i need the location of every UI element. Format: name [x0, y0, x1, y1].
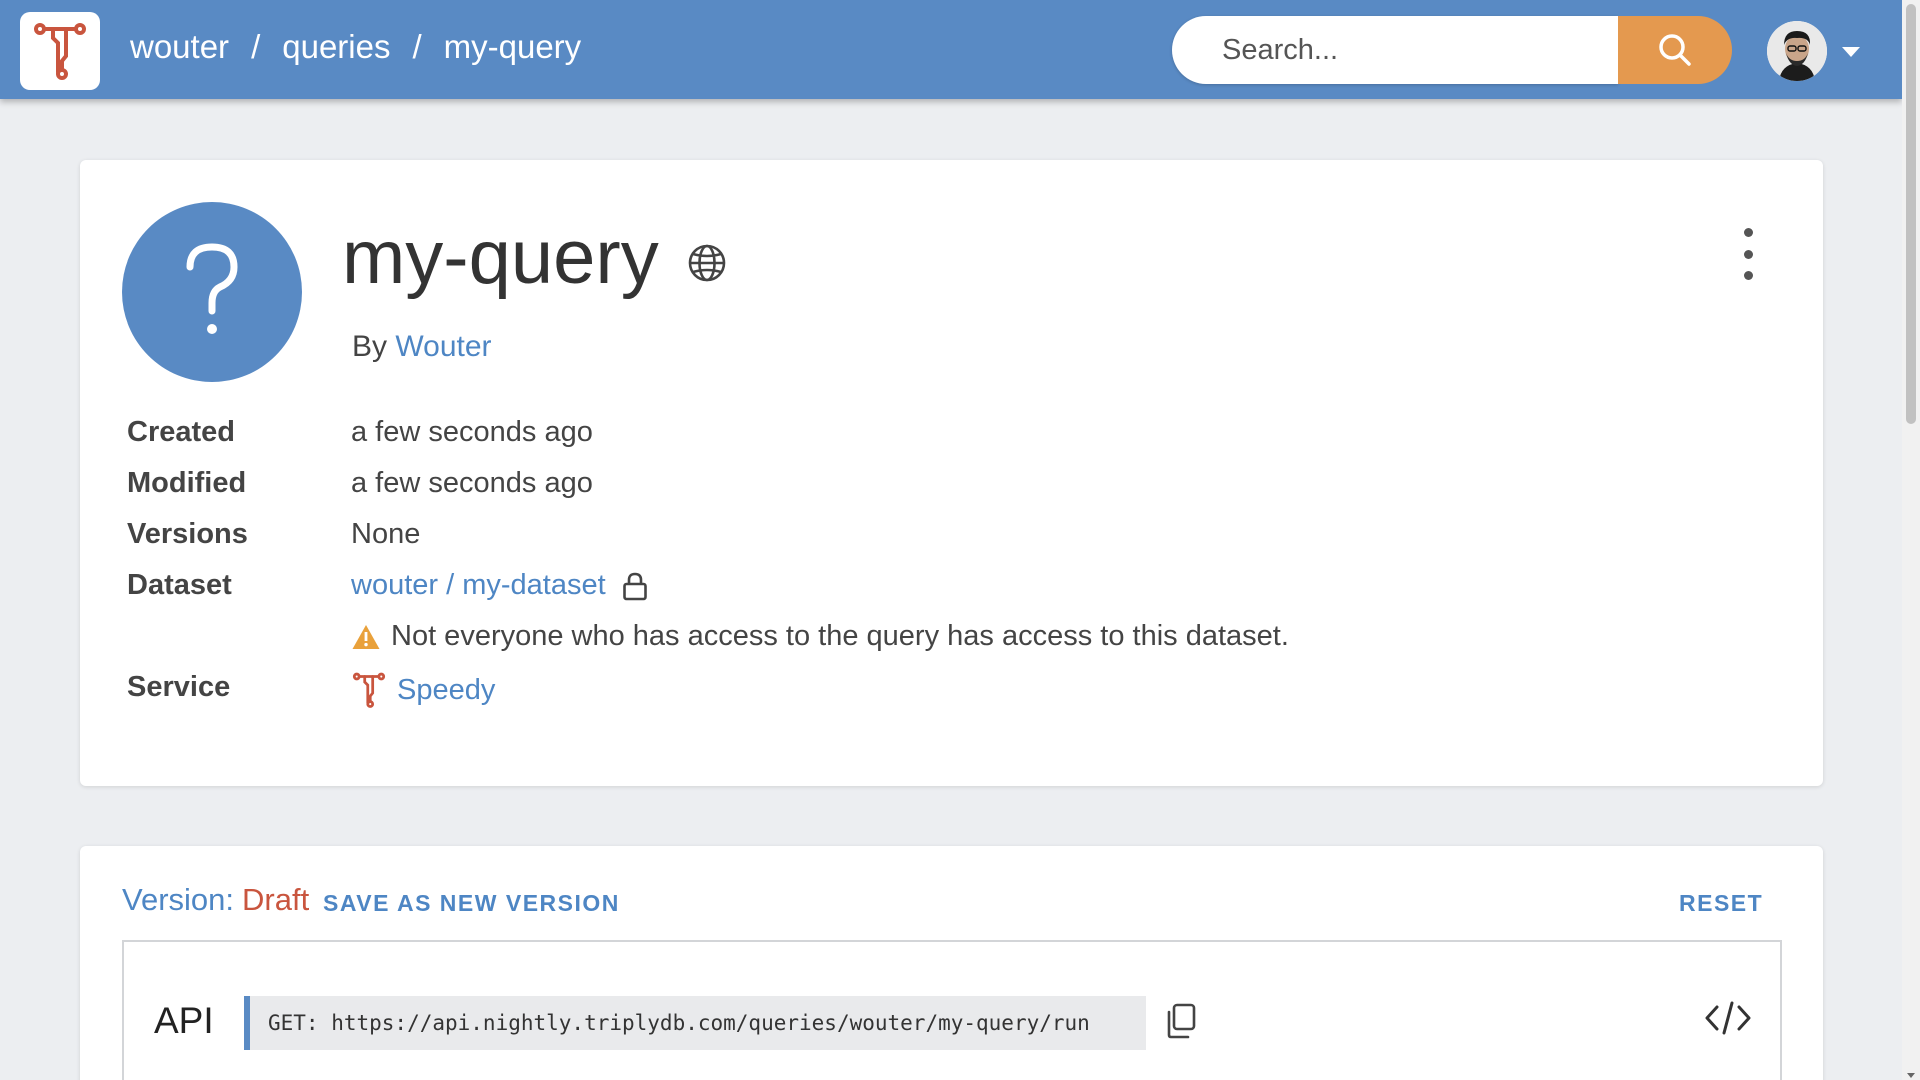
- question-mark-icon: [122, 202, 302, 382]
- dataset-warning-text: Not everyone who has access to the query…: [391, 620, 1289, 652]
- copy-icon[interactable]: [1164, 1002, 1198, 1045]
- by-label: By: [352, 330, 388, 363]
- page-title: my-query: [342, 215, 659, 300]
- breadcrumb-separator: /: [251, 28, 261, 65]
- author-link[interactable]: Wouter: [395, 330, 491, 363]
- modified-value: a few seconds ago: [351, 467, 593, 499]
- dataset-row: wouter / my-dataset: [351, 569, 648, 602]
- version-label: Version:: [122, 882, 235, 917]
- top-navigation-bar: wouter / queries / my-query: [0, 0, 1902, 99]
- code-icon[interactable]: [1704, 1000, 1752, 1041]
- triply-service-icon: [351, 671, 387, 709]
- breadcrumb-query[interactable]: my-query: [444, 28, 582, 66]
- author-byline: By Wouter: [352, 330, 492, 364]
- scrollbar-thumb[interactable]: [1906, 4, 1916, 424]
- service-link[interactable]: Speedy: [397, 674, 495, 707]
- versions-value: None: [351, 518, 421, 550]
- versions-label: Versions: [127, 518, 248, 550]
- reset-button[interactable]: RESET: [1679, 890, 1763, 917]
- api-label: API: [154, 1000, 214, 1041]
- query-info-card: my-query By Wouter Created a few seconds…: [80, 160, 1823, 786]
- scroll-down-arrow-icon[interactable]: [1907, 1073, 1915, 1078]
- breadcrumb-separator: /: [412, 28, 422, 65]
- save-as-new-version-button[interactable]: SAVE AS NEW VERSION: [323, 890, 620, 917]
- service-row: Speedy: [351, 671, 495, 709]
- service-label: Service: [127, 671, 231, 703]
- created-value: a few seconds ago: [351, 416, 593, 448]
- version-indicator: Version: Draft: [122, 882, 309, 918]
- api-panel: API GET: https://api.nightly.triplydb.co…: [122, 940, 1782, 1080]
- dataset-label: Dataset: [127, 569, 232, 601]
- created-label: Created: [127, 416, 235, 448]
- warning-triangle-icon: [351, 623, 381, 651]
- search-input[interactable]: [1172, 16, 1618, 84]
- globe-icon: [687, 243, 727, 288]
- search-button[interactable]: [1618, 16, 1732, 84]
- more-options-icon[interactable]: [1736, 228, 1760, 280]
- version-value: Draft: [242, 882, 310, 917]
- breadcrumb: wouter / queries / my-query: [130, 28, 581, 66]
- modified-label: Modified: [127, 467, 247, 499]
- triply-logo-icon[interactable]: [20, 12, 100, 90]
- breadcrumb-queries[interactable]: queries: [282, 28, 390, 66]
- dataset-warning: Not everyone who has access to the query…: [351, 620, 1289, 653]
- query-title-row: my-query: [342, 220, 727, 296]
- query-version-card: Version: Draft SAVE AS NEW VERSION RESET…: [80, 846, 1823, 1080]
- chevron-down-icon[interactable]: [1842, 47, 1860, 57]
- breadcrumb-user[interactable]: wouter: [130, 28, 229, 66]
- search-icon: [1659, 34, 1691, 66]
- dataset-link[interactable]: wouter / my-dataset: [351, 569, 606, 602]
- page-scrollbar[interactable]: [1902, 0, 1920, 1080]
- api-url-field[interactable]: GET: https://api.nightly.triplydb.com/qu…: [244, 996, 1146, 1050]
- user-avatar[interactable]: [1767, 21, 1827, 81]
- search-bar: [1172, 16, 1732, 84]
- lock-icon: [622, 571, 648, 601]
